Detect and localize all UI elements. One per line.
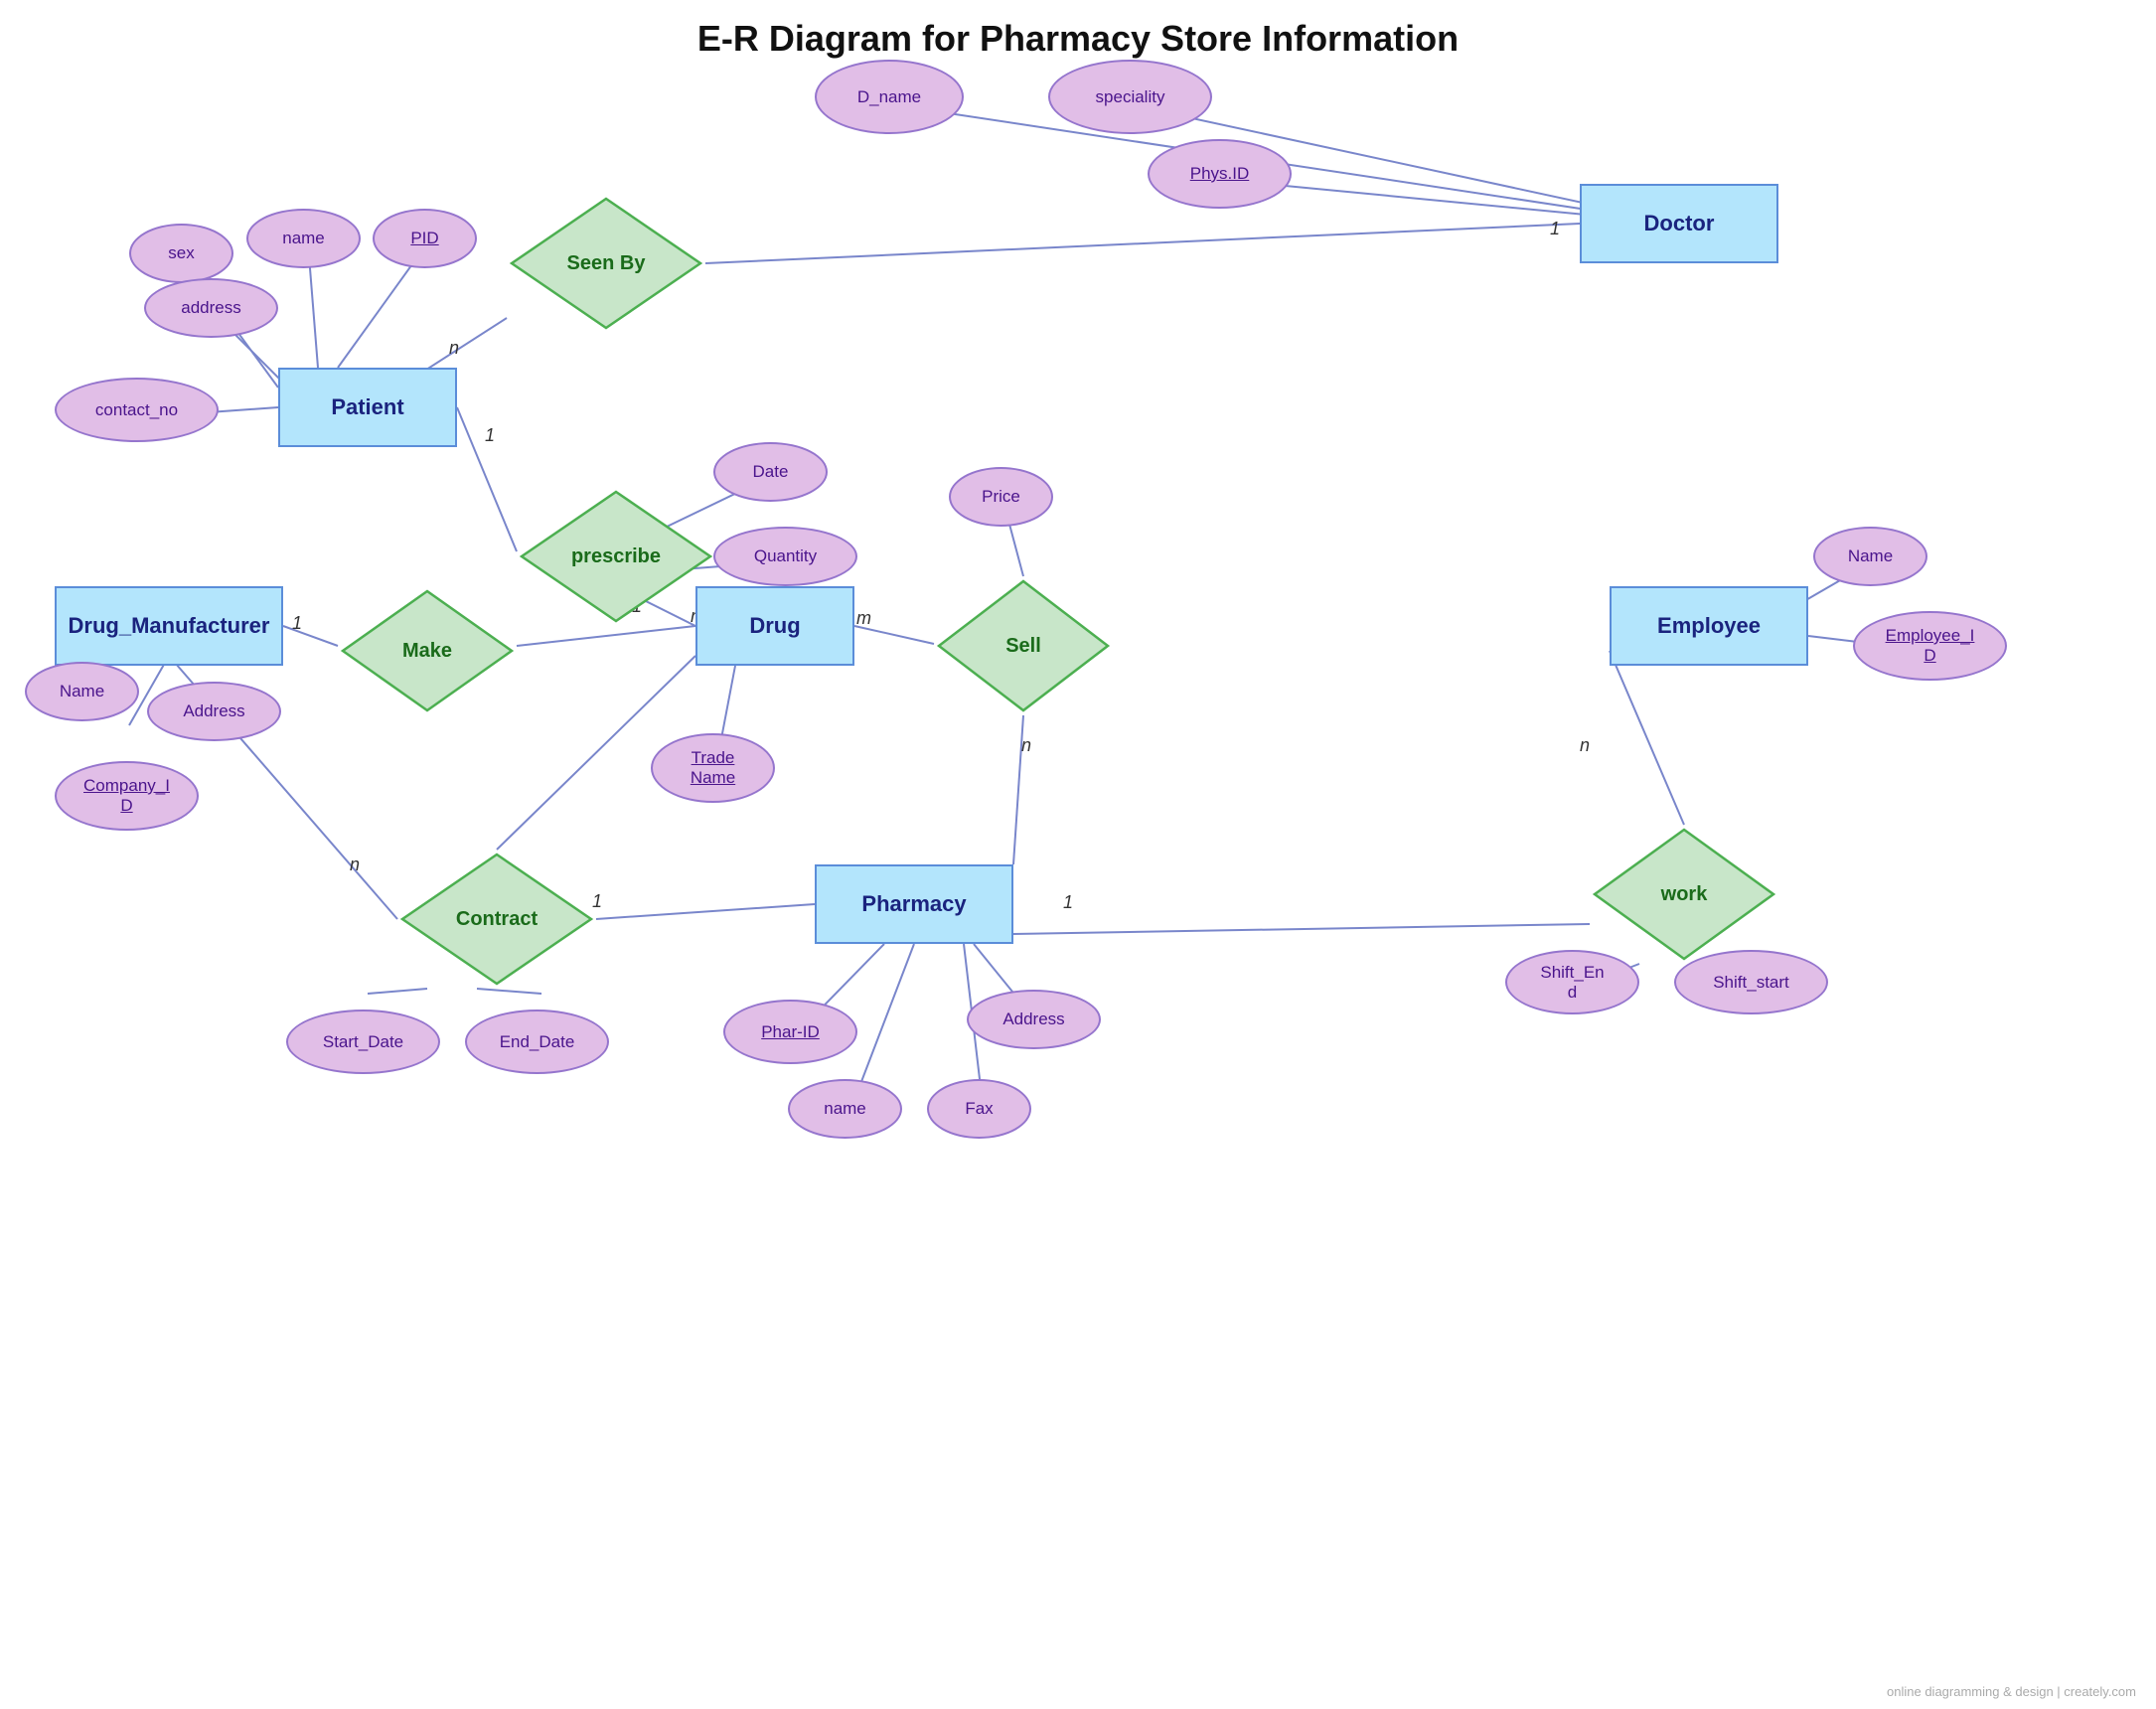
attr-pid: PID (373, 209, 477, 268)
attr-d-name: D_name (815, 60, 964, 134)
attr-trade-name: Trade Name (651, 733, 775, 803)
entity-pharmacy: Pharmacy (815, 864, 1013, 944)
rel-work: work (1590, 825, 1778, 964)
attr-start-date: Start_Date (286, 1010, 440, 1074)
card-employee-work: n (1580, 735, 1590, 756)
card-sell-pharmacy: n (1021, 735, 1031, 756)
entity-drug: Drug (695, 586, 854, 666)
attr-address-p: address (144, 278, 278, 338)
entity-patient: Patient (278, 368, 457, 447)
card-work-pharmacy: 1 (1063, 892, 1073, 913)
attr-fax: Fax (927, 1079, 1031, 1139)
attr-sex: sex (129, 224, 233, 283)
entity-drug-manufacturer: Drug_Manufacturer (55, 586, 283, 666)
card-prescribe-patient: 1 (485, 425, 495, 446)
card-seenby-patient: n (449, 338, 459, 359)
attr-speciality: speciality (1048, 60, 1212, 134)
attr-name-dm: Name (25, 662, 139, 721)
attr-address-ph: Address (967, 990, 1101, 1049)
entity-employee: Employee (1610, 586, 1808, 666)
attr-contact-no: contact_no (55, 378, 219, 442)
card-make-dm: 1 (292, 613, 302, 634)
attr-address-dm: Address (147, 682, 281, 741)
rel-contract: Contract (397, 850, 596, 989)
attr-phar-id: Phar-ID (723, 1000, 857, 1064)
attr-quantity: Quantity (713, 527, 857, 586)
attr-price: Price (949, 467, 1053, 527)
attr-shift-start: Shift_start (1674, 950, 1828, 1014)
attr-name-p: name (246, 209, 361, 268)
attr-phys-id: Phys.ID (1148, 139, 1292, 209)
watermark: online diagramming & design | creately.c… (1887, 1684, 2136, 1699)
card-contract-n: n (350, 854, 360, 875)
attr-shift-end: Shift_En d (1505, 950, 1639, 1014)
attr-name-e: Name (1813, 527, 1927, 586)
attr-company-id: Company_I D (55, 761, 199, 831)
attr-date: Date (713, 442, 828, 502)
attr-name-ph: name (788, 1079, 902, 1139)
rel-make: Make (338, 586, 517, 715)
diagram-title: E-R Diagram for Pharmacy Store Informati… (0, 18, 2156, 60)
er-diagram: E-R Diagram for Pharmacy Store Informati… (0, 0, 2156, 1709)
card-drug-sell: m (856, 608, 871, 629)
attr-end-date: End_Date (465, 1010, 609, 1074)
card-seenby-doctor: 1 (1550, 219, 1560, 239)
entity-doctor: Doctor (1580, 184, 1778, 263)
rel-prescribe: prescribe (517, 487, 715, 626)
attr-employee-id: Employee_I D (1853, 611, 2007, 681)
rel-seen-by: Seen By (507, 194, 705, 333)
rel-sell: Sell (934, 576, 1113, 715)
